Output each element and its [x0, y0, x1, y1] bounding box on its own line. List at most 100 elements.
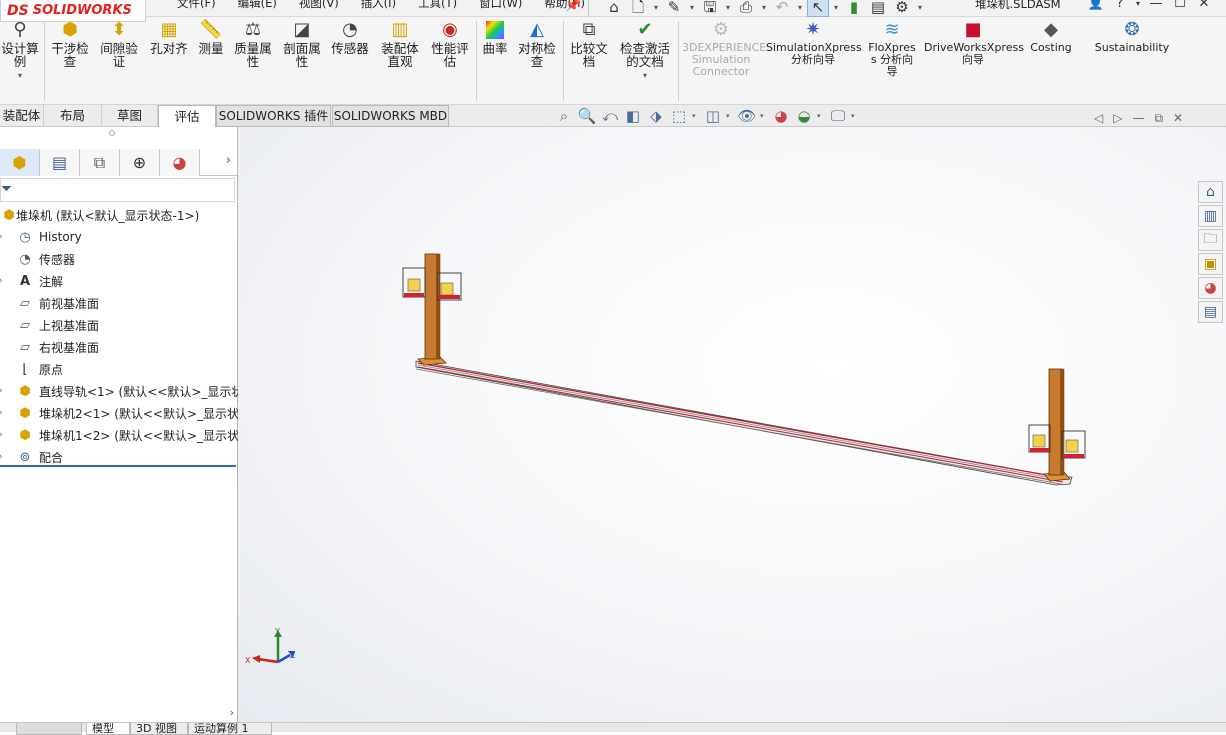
- measure-button[interactable]: 📏 测量: [196, 19, 226, 55]
- performance-evaluation-button[interactable]: ◉ 性能评估: [428, 19, 472, 68]
- hide-show-items-icon[interactable]: 👁: [737, 107, 757, 125]
- panel-tabs-more-icon[interactable]: ›: [226, 153, 231, 168]
- view-settings-dropdown-icon[interactable]: ▾: [851, 112, 859, 120]
- viewport-minimize-icon[interactable]: —: [1132, 111, 1144, 126]
- costing-button[interactable]: ◆ Costing: [1028, 19, 1074, 54]
- dimxpertmanager-tab-icon[interactable]: ⊕: [120, 149, 160, 176]
- curvature-button[interactable]: 曲率: [480, 19, 510, 55]
- view-palette-icon[interactable]: ▣: [1198, 253, 1223, 275]
- featuremanager-tab-icon[interactable]: ⬢: [0, 149, 40, 176]
- select-dropdown-icon[interactable]: ▾: [831, 3, 841, 12]
- stacker-left[interactable]: [402, 253, 462, 366]
- options-dropdown-icon[interactable]: ▾: [915, 3, 925, 12]
- viewport-split-right-icon[interactable]: ▷: [1113, 111, 1122, 126]
- pin-menu-icon[interactable]: 📌: [565, 0, 581, 13]
- tree-item-linear-guide[interactable]: › ⬢ 直线导轨<1> (默认<<默认>_显示状: [0, 380, 238, 402]
- simulationxpress-button[interactable]: ✷ SimulationXpress 分析向导: [766, 19, 862, 66]
- tree-rollback-divider[interactable]: [0, 465, 236, 467]
- zoom-to-fit-icon[interactable]: ⌕: [554, 107, 574, 125]
- stacker-assembly-model[interactable]: Y X Z: [238, 127, 1226, 722]
- view-orientation-dropdown-icon[interactable]: ▾: [692, 112, 700, 120]
- expand-arrow-icon[interactable]: ›: [0, 386, 3, 396]
- edit-appearance-icon[interactable]: ◕: [771, 107, 791, 125]
- scroll-right-icon[interactable]: ›: [230, 706, 234, 719]
- previous-view-icon[interactable]: ⤺: [600, 107, 620, 125]
- undo-icon[interactable]: ↶: [771, 0, 793, 16]
- appearances-scenes-icon[interactable]: ◕: [1198, 277, 1223, 299]
- mass-properties-button[interactable]: ⚖ 质量属性: [232, 19, 274, 68]
- menu-edit[interactable]: 编辑(E): [227, 0, 288, 10]
- tab-motion-study-1[interactable]: 运动算例 1: [188, 723, 272, 735]
- new-dropdown-icon[interactable]: ▾: [651, 3, 661, 12]
- graphics-area[interactable]: Y X Z: [238, 127, 1226, 722]
- menu-view[interactable]: 视图(V): [288, 0, 350, 10]
- rebuild-traffic-light-icon[interactable]: ▮: [843, 0, 865, 16]
- expand-arrow-icon[interactable]: ›: [0, 408, 3, 418]
- expand-arrow-icon[interactable]: ›: [0, 430, 3, 440]
- custom-properties-icon[interactable]: ▤: [1198, 301, 1223, 323]
- tab-sketch[interactable]: 草图: [102, 105, 158, 127]
- assembly-visualization-button[interactable]: ▥ 装配体直观: [378, 19, 422, 68]
- tab-layout[interactable]: 布局: [44, 105, 102, 127]
- tab-3d-views[interactable]: 3D 视图: [130, 723, 188, 735]
- tree-item-annotations[interactable]: › A 注解: [0, 270, 238, 292]
- clearance-verification-button[interactable]: ⬍ 间隙验证: [98, 19, 140, 68]
- section-view-icon[interactable]: ◧: [623, 107, 643, 125]
- new-document-icon[interactable]: 🗋: [627, 0, 649, 16]
- options-gear-icon[interactable]: ⚙: [891, 0, 913, 16]
- select-pointer-icon[interactable]: ↖: [807, 0, 829, 17]
- driveworksxpress-button[interactable]: ■ DriveWorksXpress 向导: [924, 19, 1024, 66]
- hide-show-dropdown-icon[interactable]: ▾: [760, 112, 768, 120]
- dynamic-annotation-icon[interactable]: ⬗: [646, 107, 666, 125]
- tab-evaluate[interactable]: 评估: [158, 105, 216, 127]
- symmetry-check-button[interactable]: ◭ 对称检查: [515, 19, 559, 68]
- design-study-dropdown-icon[interactable]: ▾: [18, 71, 22, 80]
- tree-item-stacker2[interactable]: › ⬢ 堆垛机2<1> (默认<<默认>_显示状态: [0, 402, 238, 424]
- view-orientation-icon[interactable]: ⬚: [669, 107, 689, 125]
- floxpress-button[interactable]: ≋ FloXpress 分析向导: [866, 19, 918, 78]
- sensor-button[interactable]: ◔ 传感器: [330, 19, 370, 55]
- close-icon[interactable]: ✕: [1194, 0, 1214, 11]
- minimize-icon[interactable]: —: [1146, 0, 1166, 11]
- apply-scene-icon[interactable]: ◒: [794, 107, 814, 125]
- apply-scene-dropdown-icon[interactable]: ▾: [817, 112, 825, 120]
- tree-item-history[interactable]: › ◷ History: [0, 226, 238, 248]
- tree-item-sensors[interactable]: ◔ 传感器: [0, 248, 238, 270]
- compare-documents-button[interactable]: ⧉ 比较文档: [568, 19, 610, 68]
- tab-model[interactable]: 模型: [86, 723, 130, 735]
- design-study-button[interactable]: ⚲ 设计算例 ▾: [0, 19, 40, 80]
- expand-arrow-icon[interactable]: ›: [0, 452, 3, 462]
- file-explorer-icon[interactable]: 🗀: [1198, 229, 1223, 251]
- viewport-close-icon[interactable]: ✕: [1173, 111, 1183, 126]
- expand-arrow-icon[interactable]: ›: [0, 232, 3, 242]
- feature-filter-bar[interactable]: ⏷: [0, 178, 235, 202]
- check-active-document-button[interactable]: ✔ 检查激活的文档 ▾: [617, 19, 673, 80]
- tree-root-assembly[interactable]: ⬢ 堆垛机 (默认<默认_显示状态-1>): [0, 204, 238, 226]
- displaymanager-tab-icon[interactable]: ◕: [160, 149, 200, 176]
- linear-guide-rail[interactable]: [415, 360, 1073, 486]
- sustainability-button[interactable]: ❂ Sustainability: [1092, 19, 1172, 54]
- user-icon[interactable]: 👤: [1086, 0, 1106, 11]
- section-properties-button[interactable]: ◪ 剖面属性: [281, 19, 323, 68]
- solidworks-logo[interactable]: DS SOLIDWORKS: [0, 0, 146, 22]
- maximize-icon[interactable]: ☐: [1170, 0, 1190, 11]
- tree-item-front-plane[interactable]: ▱ 前视基准面: [0, 292, 238, 314]
- open-icon[interactable]: ✎: [663, 0, 685, 16]
- menu-tools[interactable]: 工具(T): [407, 0, 468, 10]
- save-dropdown-icon[interactable]: ▾: [723, 3, 733, 12]
- tree-item-right-plane[interactable]: ▱ 右视基准面: [0, 336, 238, 358]
- tree-horizontal-scrollbar[interactable]: ›: [0, 706, 238, 722]
- bottom-scroll-area[interactable]: [16, 723, 82, 735]
- 3dexperience-simulation-connector-button[interactable]: ⚙ 3DEXPERIENCE Simulation Connector: [682, 19, 766, 78]
- view-settings-icon[interactable]: 🖵: [828, 107, 848, 125]
- tree-item-stacker1[interactable]: › ⬢ 堆垛机1<2> (默认<<默认>_显示状态: [0, 424, 238, 446]
- panel-collapse-handle[interactable]: [109, 130, 115, 136]
- menu-insert[interactable]: 插入(I): [350, 0, 407, 10]
- design-library-icon[interactable]: ▥: [1198, 205, 1223, 227]
- print-icon[interactable]: ⎙: [735, 0, 757, 16]
- menu-window[interactable]: 窗口(W): [468, 0, 533, 10]
- home-icon[interactable]: ⌂: [603, 0, 625, 16]
- zoom-to-area-icon[interactable]: 🔍: [577, 107, 597, 125]
- undo-dropdown-icon[interactable]: ▾: [795, 3, 805, 12]
- solidworks-resources-home-icon[interactable]: ⌂: [1198, 181, 1223, 203]
